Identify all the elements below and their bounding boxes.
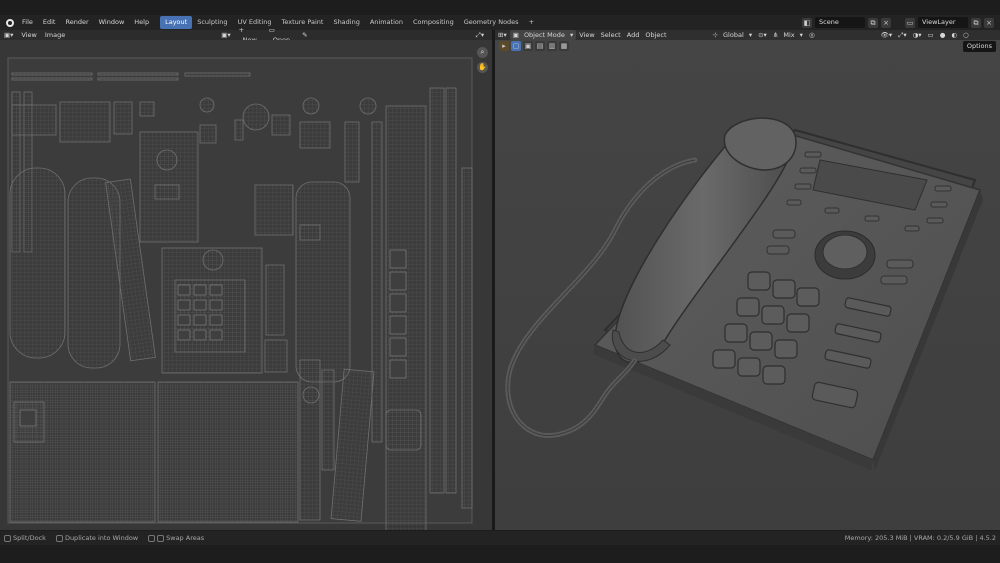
hand-icon[interactable]: ✋ — [477, 62, 488, 73]
orientation-label: Global — [723, 31, 744, 39]
pin-image-icon[interactable]: ✎ — [298, 30, 311, 40]
shading-material-icon[interactable]: ◐ — [948, 30, 960, 40]
mouse-icon — [4, 534, 11, 542]
xray-icon[interactable]: ▭ — [925, 30, 937, 40]
close-scene-icon[interactable]: × — [881, 17, 891, 28]
gizmo-toggle-icon[interactable]: ⤢▾ — [472, 30, 488, 40]
snap-label: Mix — [783, 31, 795, 39]
scene-controls: ◧ Scene ⧉ × ▭ ViewLayer ⧉ × — [802, 15, 994, 30]
mouse-icon — [55, 534, 63, 542]
image-editor: ▣▾ View Image ▣▾ + New ▭ Open ✎ ⤢▾ ◑▾ — [0, 26, 501, 557]
add-workspace-button[interactable]: + — [524, 16, 539, 29]
status-bar: Split/Dock Duplicate into Window Swap Ar… — [0, 531, 1000, 545]
window-top-strip — [0, 0, 1000, 15]
hint-swap-label: Swap Areas — [166, 534, 205, 542]
menu-select[interactable]: Select — [598, 30, 624, 40]
hint-duplicate-label: Duplicate into Window — [64, 534, 139, 542]
menu-window[interactable]: Window — [94, 15, 130, 30]
viewport-canvas[interactable]: ▸ ▢ ▣ ▤ ▥ ▦ Options — [495, 40, 1000, 530]
topbar: File Edit Render Window Help Layout Scul… — [0, 15, 1000, 30]
tab-geometry-nodes[interactable]: Geometry Nodes — [459, 16, 524, 29]
view-layer-icon[interactable]: ▭ — [905, 17, 915, 28]
hint-split-dock: Split/Dock — [4, 534, 46, 542]
editor-type-icon[interactable]: ⊞▾ — [495, 30, 510, 40]
tab-shading[interactable]: Shading — [328, 16, 364, 29]
menu-render[interactable]: Render — [60, 15, 93, 30]
scene-field[interactable]: Scene — [815, 17, 865, 28]
snap-icon[interactable]: ⋔ Mix ▾ — [770, 30, 806, 40]
scene-icon[interactable]: ◧ — [802, 17, 812, 28]
window-bottom-strip — [0, 545, 1000, 563]
tab-sculpting[interactable]: Sculpting — [192, 16, 232, 29]
mode-label: Object Mode — [523, 31, 565, 39]
pivot-icon[interactable]: ⊙▾ — [755, 30, 770, 40]
blender-logo-icon[interactable] — [3, 15, 17, 30]
ctrl-key-icon — [148, 534, 156, 542]
overlay-toggle-icon[interactable]: ◑▾ — [910, 30, 925, 40]
menu-add[interactable]: Add — [624, 30, 643, 40]
uv-layout-svg — [7, 57, 473, 557]
uv-canvas[interactable]: ⌕ ✋ — [0, 40, 492, 557]
visibility-icon[interactable]: 👁▾ — [878, 30, 896, 40]
hint-split-dock-label: Split/Dock — [13, 534, 46, 542]
mode-dropdown[interactable]: ▣ Object Mode ▾ — [509, 30, 577, 40]
workspace-tabs: Layout Sculpting UV Editing Texture Pain… — [160, 15, 539, 30]
editor-type-icon[interactable]: ▣▾ — [0, 30, 17, 40]
image-editor-header: ▣▾ View Image ▣▾ + New ▭ Open ✎ ⤢▾ ◑▾ — [0, 26, 501, 44]
tab-animation[interactable]: Animation — [365, 16, 408, 29]
menu-help[interactable]: Help — [129, 15, 154, 30]
menu-view[interactable]: View — [17, 30, 40, 40]
main-menu: File Edit Render Window Help — [17, 15, 154, 30]
shading-rendered-icon[interactable]: ○ — [960, 30, 972, 40]
orientation-dropdown[interactable]: ⊹ Global ▾ — [710, 30, 756, 40]
copy-layer-icon[interactable]: ⧉ — [971, 17, 981, 28]
tab-compositing[interactable]: Compositing — [408, 16, 459, 29]
image-browse-icon[interactable]: ▣▾ — [217, 30, 234, 40]
viewport-header: ⊞▾ ▣ Object Mode ▾ View Select Add Objec… — [495, 30, 1000, 40]
menu-object[interactable]: Object — [642, 30, 669, 40]
menu-edit[interactable]: Edit — [38, 15, 61, 30]
shading-solid-icon[interactable]: ● — [937, 30, 949, 40]
hint-swap: Swap Areas — [148, 534, 204, 542]
proportional-icon[interactable]: ◎ — [806, 30, 818, 40]
gizmo-toggle-icon[interactable]: ⤢▾ — [895, 30, 909, 40]
magnifier-icon[interactable]: ⌕ — [477, 47, 488, 58]
memory-stats: Memory: 205.3 MiB | VRAM: 0.2/5.9 GiB | … — [844, 534, 996, 542]
menu-image[interactable]: Image — [41, 30, 69, 40]
view-layer-field[interactable]: ViewLayer — [918, 17, 968, 28]
status-hints: Split/Dock Duplicate into Window Swap Ar… — [4, 534, 204, 542]
menu-view[interactable]: View — [576, 30, 597, 40]
phone-model-svg — [505, 117, 983, 470]
hint-duplicate: Duplicate into Window — [55, 534, 139, 542]
tab-layout[interactable]: Layout — [160, 16, 193, 29]
close-layer-icon[interactable]: × — [984, 17, 994, 28]
mouse-icon — [157, 534, 165, 542]
menu-file[interactable]: File — [17, 15, 38, 30]
pin-icon[interactable]: ⧉ — [868, 17, 878, 28]
3d-viewport: ⊞▾ ▣ Object Mode ▾ View Select Add Objec… — [495, 30, 1000, 530]
